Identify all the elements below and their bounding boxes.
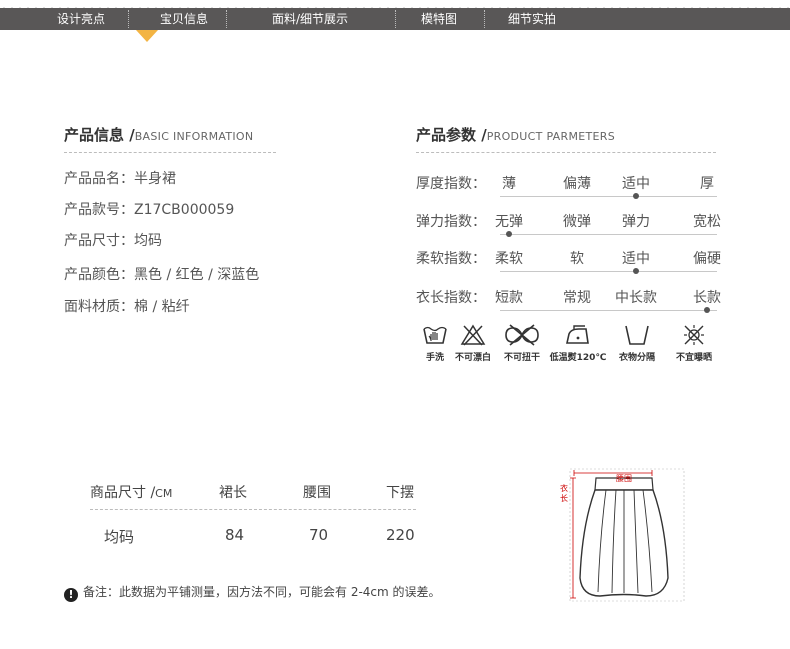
nav-separator: [484, 10, 485, 28]
product-info-heading: 产品信息 /BASIC INFORMATION: [64, 124, 253, 145]
parameter-label: 衣长指数：: [416, 290, 486, 306]
parameter-selected-dot: [506, 231, 512, 237]
size-table-cell-size: 均码: [104, 528, 135, 546]
info-row-color: 产品颜色：黑色 / 红色 / 深蓝色: [64, 267, 260, 283]
skirt-measurement-diagram: 腰围 衣长: [556, 466, 696, 606]
size-table-header-length: 裙长: [219, 485, 247, 501]
care-no-wring: 不可扭干: [492, 323, 552, 363]
product-info-subtitle: BASIC INFORMATION: [134, 130, 254, 143]
nav-active-pointer: [136, 30, 158, 42]
care-separate: 衣物分隔: [607, 323, 667, 363]
size-table-header-hem: 下摆: [386, 485, 414, 501]
parameter-option: 无弹: [495, 214, 523, 230]
parameter-selected-dot: [633, 193, 639, 199]
parameter-option: 适中: [622, 251, 650, 267]
info-row-name: 产品品名：半身裙: [64, 171, 176, 187]
nav-item-details[interactable]: 细节实拍: [508, 8, 556, 30]
divider: [64, 152, 276, 153]
parameter-scale-line: [500, 196, 717, 197]
parameters-subtitle: PRODUCT PARMETERS: [486, 130, 615, 143]
care-low-iron: 低温熨120℃: [548, 323, 608, 363]
size-table-header-waist: 腰围: [303, 485, 331, 501]
measurement-note: ! 备注：此数据为平铺测量，因方法不同，可能会有 2-4cm 的误差。: [64, 583, 441, 602]
info-row-size: 产品尺寸：均码: [64, 233, 162, 249]
parameters-title: 产品参数 /: [416, 126, 487, 144]
nav-item-model[interactable]: 模特图: [421, 8, 457, 30]
table-divider: [90, 509, 416, 510]
size-table-cell-waist: 70: [309, 526, 329, 544]
tumble-dry-icon: [625, 325, 649, 345]
no-sun-dry-icon: [684, 325, 704, 345]
parameter-option: 柔软: [495, 251, 523, 267]
no-bleach-icon: [460, 324, 486, 346]
warning-icon: !: [64, 588, 78, 602]
top-nav: 设计亮点 宝贝信息 面料/细节展示 模特图 细节实拍: [0, 8, 790, 30]
nav-separator: [226, 10, 227, 28]
parameter-option: 常规: [563, 290, 591, 306]
parameter-selected-dot: [704, 307, 710, 313]
parameters-heading: 产品参数 /PRODUCT PARMETERS: [416, 124, 615, 145]
parameter-label: 弹力指数：: [416, 214, 486, 230]
parameter-option: 软: [570, 251, 584, 267]
parameter-label: 柔软指数：: [416, 251, 486, 267]
parameter-option: 微弹: [563, 214, 591, 230]
parameter-option: 弹力: [622, 214, 650, 230]
no-wring-icon: [505, 324, 539, 346]
low-iron-icon: [566, 325, 589, 344]
nav-item-info[interactable]: 宝贝信息: [160, 8, 208, 30]
parameter-option: 宽松: [693, 214, 721, 230]
parameter-scale-line: [500, 234, 717, 235]
parameter-option: 适中: [622, 176, 650, 192]
product-info-title: 产品信息 /: [64, 126, 135, 144]
parameter-selected-dot: [633, 268, 639, 274]
parameter-option: 偏薄: [563, 176, 591, 192]
divider: [416, 152, 716, 153]
parameter-label: 厚度指数：: [416, 176, 486, 192]
info-row-material: 面料材质：棉 / 粘纤: [64, 299, 190, 315]
info-row-sku: 产品款号：Z17CB000059: [64, 202, 235, 218]
parameter-option: 薄: [502, 176, 516, 192]
care-no-sun: 不宜曝晒: [664, 323, 724, 363]
zigzag-border: [0, 0, 790, 8]
parameter-option: 厚: [700, 176, 714, 192]
parameter-scale-line: [500, 310, 717, 311]
nav-item-design[interactable]: 设计亮点: [57, 8, 105, 30]
skirt-outline-icon: [569, 468, 685, 602]
parameter-option: 中长款: [615, 290, 657, 306]
nav-separator: [128, 10, 129, 28]
parameter-scale-line: [500, 271, 717, 272]
parameter-option: 偏硬: [693, 251, 721, 267]
parameter-option: 长款: [693, 290, 721, 306]
parameter-option: 短款: [495, 290, 523, 306]
nav-separator: [395, 10, 396, 28]
nav-item-fabric[interactable]: 面料/细节展示: [272, 8, 348, 30]
size-table-cell-length: 84: [225, 526, 245, 544]
diagram-length-label: 衣长: [560, 484, 568, 503]
size-table-header-size: 商品尺寸 /CM: [90, 485, 173, 501]
diagram-waist-label: 腰围: [616, 474, 632, 483]
size-table-cell-hem: 220: [386, 526, 415, 544]
